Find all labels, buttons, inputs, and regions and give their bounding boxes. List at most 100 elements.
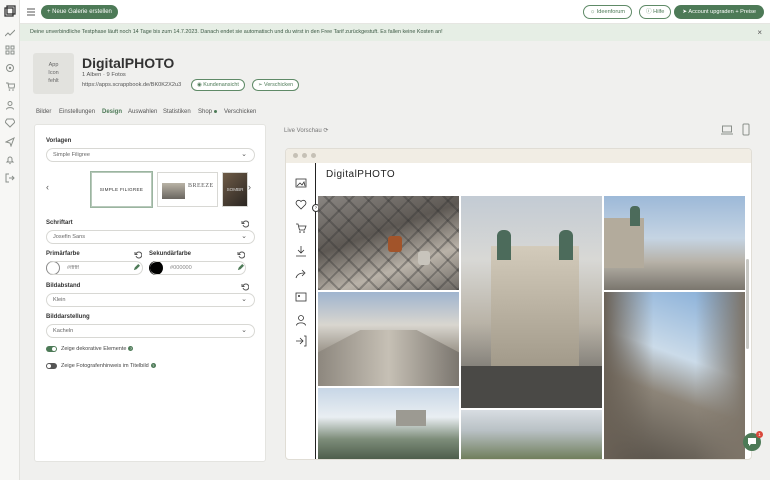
pencil-icon[interactable] — [133, 264, 140, 271]
template-select[interactable]: Simple Filigree ⌄ — [46, 148, 255, 162]
live-preview-label: Live Vorschau ⟳ — [284, 127, 328, 134]
share-icon[interactable] — [295, 268, 307, 280]
help-icon[interactable]: ? — [150, 363, 156, 369]
gallery-photo[interactable] — [604, 196, 745, 290]
gallery-photo[interactable] — [318, 388, 459, 459]
tab-statistiken[interactable]: Statistiken — [163, 109, 191, 115]
help-label: Hilfe — [653, 9, 665, 15]
gallery-photo[interactable] — [604, 292, 745, 459]
shop-status-dot — [214, 109, 218, 113]
tab-einstellungen[interactable]: Einstellungen — [59, 109, 95, 115]
gallery-url[interactable]: https://apps.scrappbook.de/BK0K2X2u3 — [82, 82, 181, 88]
app-icon-placeholder[interactable]: App Icon fehlt — [33, 53, 74, 94]
primary-color-value: #ffffff — [67, 265, 79, 271]
new-gallery-button[interactable]: + Neue Galerie erstellen — [41, 5, 118, 19]
gallery-photo[interactable] — [318, 292, 459, 386]
heart-icon[interactable] — [295, 199, 307, 211]
template-card-breeze[interactable]: BREEZE — [157, 172, 218, 207]
help-button[interactable]: ⓘ Hilfe — [639, 5, 672, 19]
display-select[interactable]: Kacheln ⌄ — [46, 324, 255, 338]
reset-icon[interactable] — [237, 251, 245, 259]
carousel-prev-icon[interactable]: ‹ — [46, 182, 49, 192]
templates-label: Vorlagen — [46, 138, 72, 144]
gallery-photo[interactable] — [461, 196, 602, 408]
preview-brand-title: DigitalPHOTO — [326, 169, 396, 180]
chevron-down-icon: ⌄ — [241, 151, 247, 158]
cart-icon[interactable] — [5, 81, 15, 91]
grid-icon[interactable] — [5, 45, 15, 55]
padlock-shape — [388, 236, 402, 252]
user-icon[interactable] — [295, 314, 307, 326]
topbar: + Neue Galerie erstellen ☼ Ideenforum ⓘ … — [20, 0, 770, 24]
reset-icon[interactable] — [241, 220, 249, 228]
photographer-note-toggle[interactable] — [46, 363, 57, 369]
logout-icon[interactable] — [5, 173, 15, 183]
template-name: BREEZE — [188, 183, 214, 189]
decorative-elements-toggle[interactable] — [46, 346, 57, 352]
spacing-label: Bildabstand — [46, 283, 81, 289]
spacing-select[interactable]: Klein ⌄ — [46, 293, 255, 307]
chevron-down-icon: ⌄ — [241, 233, 247, 240]
pencil-icon[interactable] — [237, 264, 244, 271]
gallery-photo[interactable] — [318, 196, 459, 290]
refresh-icon[interactable]: ⟳ — [323, 128, 328, 134]
cart-icon[interactable] — [295, 222, 307, 234]
user-icon[interactable] — [5, 100, 15, 110]
upgrade-account-button[interactable]: ➤ Account upgraden + Preise — [674, 5, 764, 19]
settings-icon[interactable] — [5, 63, 15, 73]
tab-bilder[interactable]: Bilder — [36, 109, 51, 115]
primary-color-field[interactable]: #ffffff — [47, 261, 143, 275]
preview-scrollbar[interactable] — [746, 259, 749, 349]
gallery-title: DigitalPHOTO — [82, 55, 175, 71]
send-gallery-button[interactable]: ➢ Verschicken — [252, 79, 300, 91]
menu-icon[interactable] — [26, 7, 36, 17]
template-card-simple-filigree[interactable]: SIMPLE FILIGREE — [91, 172, 152, 207]
app-icon-text: fehlt — [48, 78, 59, 84]
customer-view-button[interactable]: ◉ Kundenansicht — [191, 79, 245, 91]
tab-shop-label: Shop — [198, 109, 213, 115]
diamond-icon[interactable] — [5, 118, 15, 128]
template-card-sombr[interactable]: SOMBR — [222, 172, 248, 207]
padlock-shape — [418, 251, 430, 265]
template-name: SOMBR — [226, 187, 244, 192]
tab-verschicken[interactable]: Verschicken — [224, 109, 256, 115]
gallery-photo[interactable] — [461, 410, 602, 459]
gallery-icon[interactable] — [295, 177, 307, 189]
close-banner-icon[interactable]: × — [757, 24, 762, 41]
bell-icon[interactable] — [5, 155, 15, 165]
walls-shape — [604, 292, 745, 459]
chat-badge: 1 — [756, 431, 763, 438]
tab-shop[interactable]: Shop — [198, 109, 218, 115]
reset-icon[interactable] — [241, 283, 249, 291]
font-select[interactable]: Josefin Sans ⌄ — [46, 230, 255, 244]
display-label: Bilddarstellung — [46, 314, 90, 320]
send-icon[interactable] — [5, 137, 15, 147]
app-icon-text: Icon — [48, 70, 59, 76]
carousel-next-icon[interactable]: › — [248, 182, 251, 192]
ideas-forum-button[interactable]: ☼ Ideenforum — [583, 5, 632, 19]
mobile-view-icon[interactable] — [742, 123, 750, 136]
toggle-knob — [47, 364, 51, 368]
live-preview-text: Live Vorschau — [284, 128, 322, 134]
desktop-view-icon[interactable] — [721, 125, 733, 135]
download-icon[interactable] — [295, 245, 307, 257]
cathedral-tower — [630, 206, 640, 226]
reset-icon[interactable] — [134, 251, 142, 259]
window-dot — [302, 153, 307, 158]
photographer-note-label: Zeige Fotografenhinweis im Titelbild? — [61, 363, 156, 369]
slideshow-icon[interactable] — [295, 291, 307, 303]
activity-icon[interactable] — [5, 28, 15, 38]
tab-auswahlen[interactable]: Auswahlen — [128, 109, 157, 115]
secondary-color-value: #000000 — [170, 265, 192, 271]
gallery-meta: 1 Alben · 9 Fotos — [82, 72, 126, 78]
logout-icon[interactable] — [295, 335, 307, 347]
preview-frame: › DigitalPHOTO — [285, 148, 752, 460]
window-dot — [293, 153, 298, 158]
app-logo-icon[interactable] — [4, 5, 16, 17]
secondary-color-field[interactable]: #000000 — [150, 261, 246, 275]
font-label: Schriftart — [46, 220, 73, 226]
help-icon[interactable]: ? — [128, 346, 134, 352]
chat-button[interactable]: 1 — [743, 431, 763, 451]
chevron-down-icon: ⌄ — [241, 296, 247, 303]
tab-design[interactable]: Design — [102, 109, 122, 115]
